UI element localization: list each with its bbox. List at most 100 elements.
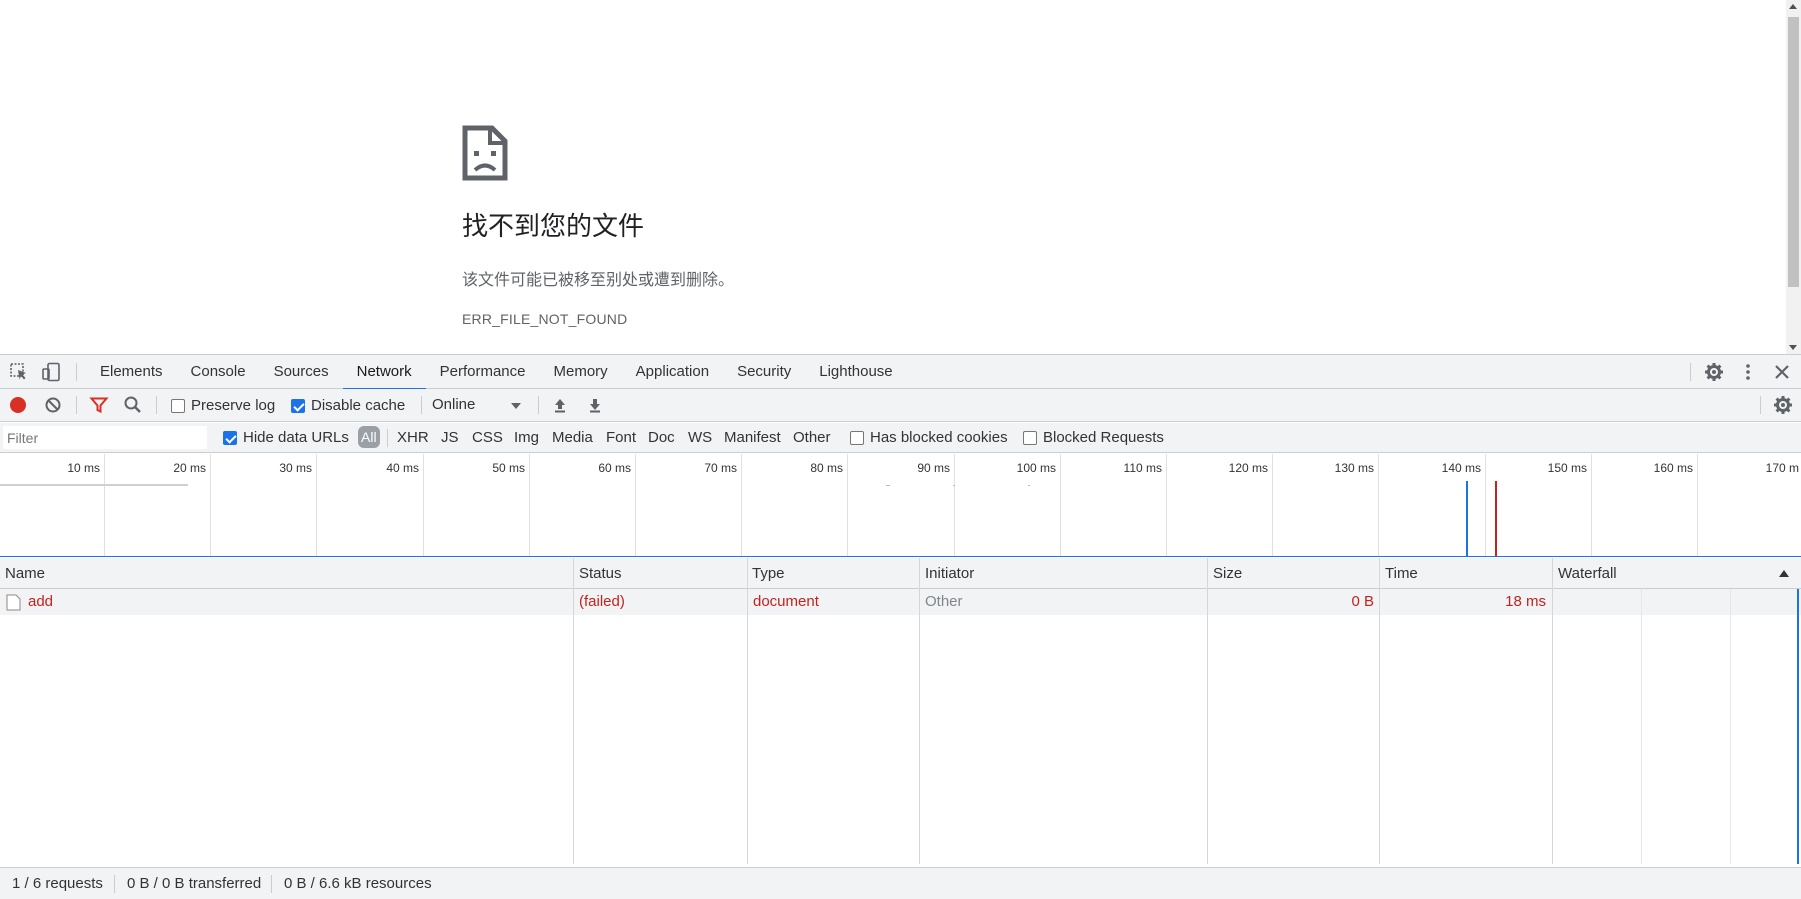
- column-header-initiator[interactable]: Initiator: [920, 558, 974, 589]
- network-toolbar: Preserve log Disable cache Online: [0, 389, 1801, 422]
- column-divider[interactable]: [1379, 558, 1380, 864]
- filter-type-ws[interactable]: WS: [688, 429, 712, 446]
- column-header-size[interactable]: Size: [1208, 558, 1242, 589]
- table-row[interactable]: add (failed) document Other 0 B 18 ms: [0, 589, 1801, 615]
- column-divider[interactable]: [747, 558, 748, 864]
- page-scrollbar[interactable]: [1786, 0, 1801, 354]
- overview-tick-label: 10 ms: [67, 461, 100, 475]
- filter-toggle-button[interactable]: [88, 394, 110, 416]
- overview-tick-line: [1697, 454, 1698, 556]
- filter-type-all[interactable]: All: [358, 426, 380, 448]
- column-header-type[interactable]: Type: [747, 558, 785, 589]
- overview-tick-label: 30 ms: [279, 461, 312, 475]
- clear-button[interactable]: [42, 394, 64, 416]
- column-divider[interactable]: [919, 558, 920, 864]
- disable-cache-label: Disable cache: [311, 397, 406, 414]
- sort-ascending-icon[interactable]: [1779, 570, 1789, 577]
- scrollbar-thumb[interactable]: [1788, 17, 1799, 287]
- tab-console[interactable]: Console: [177, 355, 260, 389]
- inspect-element-icon[interactable]: [8, 361, 30, 383]
- tab-application[interactable]: Application: [622, 355, 723, 389]
- toolbar-divider: [1760, 396, 1761, 414]
- column-header-waterfall[interactable]: Waterfall: [1553, 558, 1617, 589]
- overview-tick-label: 60 ms: [598, 461, 631, 475]
- record-button[interactable]: [7, 394, 29, 416]
- overview-tick-label: 40 ms: [386, 461, 419, 475]
- toolbar-divider: [387, 429, 388, 447]
- scroll-up-icon[interactable]: [1789, 4, 1797, 9]
- device-toolbar-icon[interactable]: [40, 361, 62, 383]
- toolbar-divider: [421, 396, 422, 414]
- has-blocked-cookies-box[interactable]: [850, 430, 864, 445]
- error-code: ERR_FILE_NOT_FOUND: [462, 311, 628, 327]
- toolbar-divider: [1690, 363, 1691, 381]
- filter-type-other[interactable]: Other: [793, 429, 831, 446]
- request-name[interactable]: add: [28, 589, 53, 615]
- hide-data-urls-checkbox[interactable]: Hide data URLs: [223, 429, 349, 446]
- export-har-button[interactable]: [584, 394, 606, 416]
- filter-type-css[interactable]: CSS: [472, 429, 503, 446]
- tab-elements[interactable]: Elements: [86, 355, 177, 389]
- disable-cache-checkbox[interactable]: Disable cache: [291, 397, 405, 414]
- disable-cache-box[interactable]: [291, 398, 305, 413]
- gear-icon[interactable]: [1703, 361, 1725, 383]
- overview-tick-label: 90 ms: [917, 461, 950, 475]
- filter-type-xhr[interactable]: XHR: [397, 429, 429, 446]
- column-header-time[interactable]: Time: [1380, 558, 1418, 589]
- filter-type-font[interactable]: Font: [606, 429, 636, 446]
- hide-data-urls-box[interactable]: [223, 430, 237, 445]
- scroll-down-icon[interactable]: [1789, 345, 1797, 350]
- column-divider[interactable]: [1552, 558, 1553, 864]
- table-header: Name Status Type Initiator Size Time Wat…: [0, 558, 1801, 589]
- overview-tick-line: [423, 454, 424, 556]
- filter-type-doc[interactable]: Doc: [648, 429, 675, 446]
- chevron-down-icon[interactable]: [511, 403, 521, 409]
- dom-content-loaded-line: [1466, 481, 1468, 556]
- column-divider[interactable]: [1207, 558, 1208, 864]
- filter-bar: Hide data URLs All XHR JS CSS Img Media …: [0, 423, 1801, 453]
- tab-performance[interactable]: Performance: [426, 355, 540, 389]
- blocked-requests-checkbox[interactable]: Blocked Requests: [1023, 429, 1164, 446]
- tab-security[interactable]: Security: [723, 355, 805, 389]
- has-blocked-cookies-checkbox[interactable]: Has blocked cookies: [850, 429, 1008, 446]
- search-icon: [124, 396, 141, 413]
- tab-network[interactable]: Network: [342, 355, 426, 390]
- resources-size: 0 B / 6.6 kB resources: [284, 875, 432, 892]
- filter-input[interactable]: [3, 426, 207, 449]
- blocked-requests-label: Blocked Requests: [1043, 429, 1164, 446]
- overview-tick-label: 110 ms: [1123, 461, 1162, 475]
- toolbar-divider: [156, 396, 157, 414]
- overview-tick-label: 70 ms: [704, 461, 737, 475]
- filter-type-js[interactable]: JS: [441, 429, 459, 446]
- overview-tick-line: [1060, 454, 1061, 556]
- more-options-icon[interactable]: [1737, 361, 1759, 383]
- error-description: 该文件可能已被移至别处或遭到删除。: [462, 270, 735, 289]
- overview-tick-label: 150 ms: [1547, 461, 1587, 475]
- preserve-log-checkbox[interactable]: Preserve log: [171, 397, 275, 414]
- network-settings-button[interactable]: [1772, 394, 1794, 416]
- page-viewport: 找不到您的文件 该文件可能已被移至别处或遭到删除。 ERR_FILE_NOT_F…: [0, 0, 1801, 354]
- column-divider[interactable]: [573, 558, 574, 864]
- load-event-line: [1495, 481, 1497, 556]
- toolbar-divider: [538, 396, 539, 414]
- request-type: document: [753, 593, 819, 610]
- import-har-button[interactable]: [549, 394, 571, 416]
- column-header-name[interactable]: Name: [0, 558, 45, 589]
- throttling-select[interactable]: Online: [432, 396, 475, 413]
- filter-type-img[interactable]: Img: [514, 429, 539, 446]
- column-header-status[interactable]: Status: [574, 558, 622, 589]
- preserve-log-box[interactable]: [171, 398, 185, 413]
- blocked-requests-box[interactable]: [1023, 430, 1037, 445]
- close-icon[interactable]: [1771, 361, 1793, 383]
- filter-type-media[interactable]: Media: [552, 429, 593, 446]
- overview-tick-label: 20 ms: [173, 461, 206, 475]
- search-button[interactable]: [122, 394, 144, 416]
- tab-memory[interactable]: Memory: [540, 355, 622, 389]
- status-divider: [114, 875, 115, 893]
- filter-type-manifest[interactable]: Manifest: [724, 429, 781, 446]
- network-overview-timeline[interactable]: 10 ms 20 ms 30 ms 40 ms 50 ms 60 ms 70 ms 80 ms…: [0, 454, 1801, 557]
- tab-sources[interactable]: Sources: [260, 355, 343, 389]
- tab-lighthouse[interactable]: Lighthouse: [805, 355, 906, 389]
- overview-tick-label: 50 ms: [492, 461, 525, 475]
- request-status: (failed): [579, 593, 625, 610]
